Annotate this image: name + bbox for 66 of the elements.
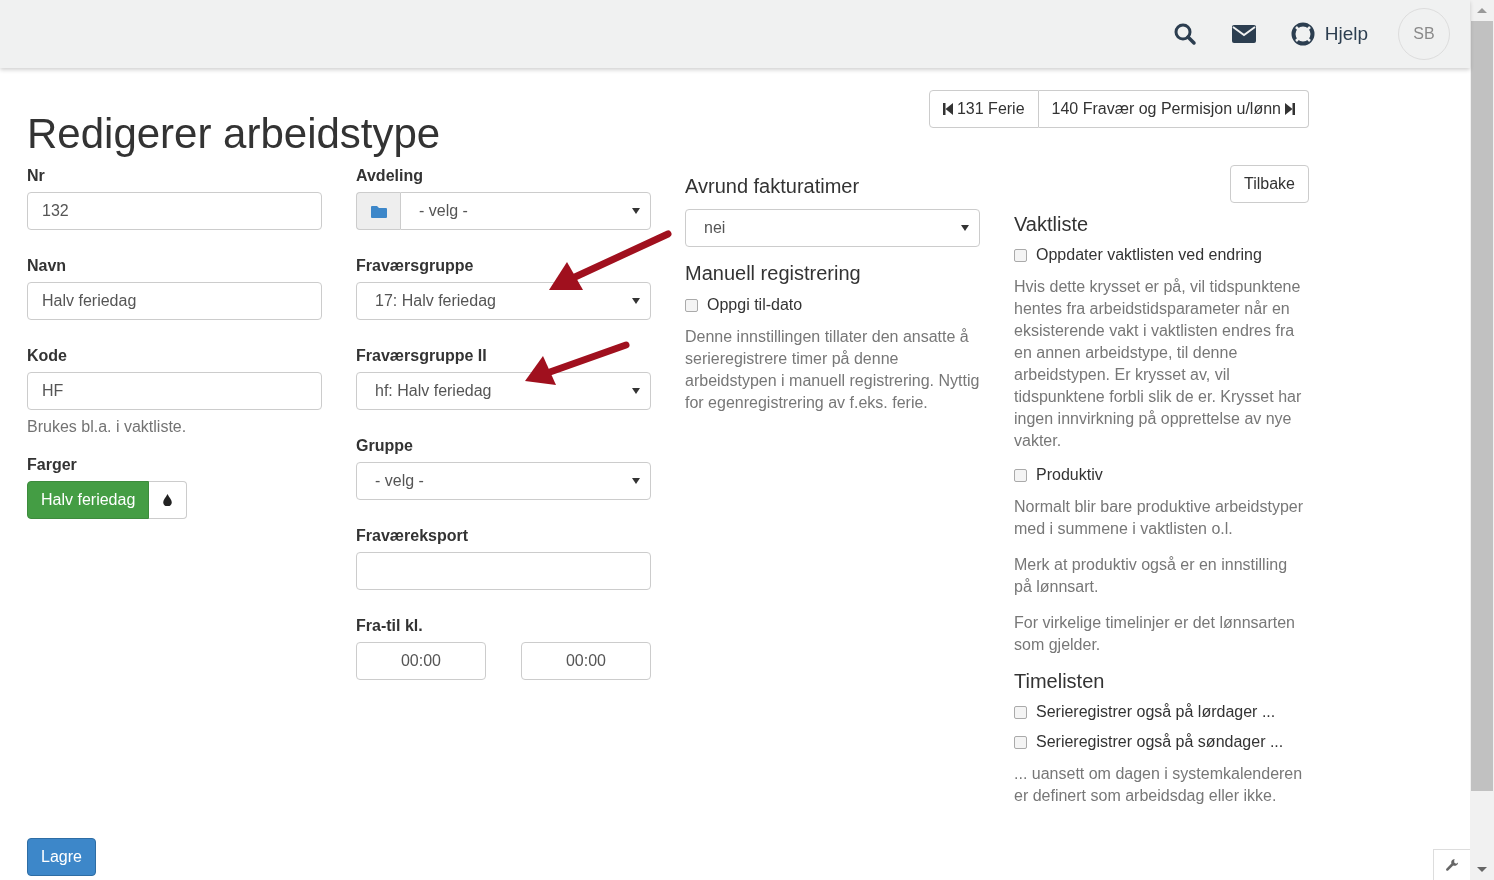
- checkbox-option[interactable]: Serieregistrer også på søndager ...: [1014, 733, 1284, 751]
- help-label: Hjelp: [1324, 23, 1368, 45]
- checkbox[interactable]: [1014, 248, 1027, 262]
- field-label: Fraværsgruppe II: [356, 347, 487, 365]
- description-text: Normalt blir bare produktive arbeidstyper med i summene i vaktlisten o.l.: [1014, 497, 1304, 539]
- caret-icon: [961, 225, 969, 231]
- skip-back-icon: [942, 103, 953, 115]
- checkbox-option[interactable]: Oppdater vaktlisten ved endring: [1014, 246, 1262, 264]
- field-label: Fraværeksport: [356, 527, 469, 545]
- description-text: Denne innstillingen tillater den ansatte å serieregistrere timer på denne arbeidstypen i manuell registrering. Nyttig for egenregistrering av f.eks. ferie.: [685, 327, 980, 413]
- search-icon[interactable]: [1172, 22, 1197, 46]
- field-label: Fra-til kl.: [356, 617, 423, 635]
- checkbox[interactable]: [1014, 735, 1027, 749]
- caret-icon: [632, 208, 640, 214]
- folder-icon: [370, 204, 387, 218]
- description-text: Merk at produktiv også er en innstilling på lønnsart.: [1014, 555, 1289, 597]
- text-field[interactable]: 132: [27, 192, 322, 230]
- folder-button[interactable]: [356, 192, 400, 230]
- lifebuoy-icon: [1290, 22, 1315, 46]
- description-text: Hvis dette krysset er på, vil tidspunktene hentes fra arbeidstidsparameter når en eksisterende vakt i vaktlisten endres fra en annen arbeidstype, til denne arbeidstypen. Er krysset av, vil tidspunktene forbli slik de er. Krysset har ingen innvirkning på opprettelse av nye vakter.: [1014, 277, 1303, 451]
- color-picker-button[interactable]: [149, 481, 188, 519]
- scrollbar[interactable]: [1470, 0, 1494, 880]
- back-button[interactable]: Tilbake: [1230, 165, 1309, 203]
- time-field[interactable]: 00:00: [356, 642, 486, 680]
- text-field[interactable]: [356, 552, 651, 590]
- text-field[interactable]: Halv feriedag: [27, 282, 322, 320]
- caret-icon: [632, 298, 640, 304]
- help-text: Brukes bl.a. i vaktliste.: [27, 418, 187, 436]
- description-text: For virkelige timelinjer er det lønnsarten som gjelder.: [1014, 613, 1296, 655]
- checkbox-option[interactable]: Produktiv: [1014, 466, 1103, 484]
- caret-icon: [632, 478, 640, 484]
- wrench-button[interactable]: [1433, 849, 1470, 880]
- skip-forward-icon: [1285, 103, 1295, 115]
- previous-button[interactable]: 131 Ferie: [928, 90, 1039, 128]
- dropdown[interactable]: - velg -: [356, 462, 651, 500]
- mail-icon[interactable]: [1231, 25, 1256, 43]
- dropdown[interactable]: - velg -: [400, 192, 651, 230]
- drop-icon: [163, 494, 173, 506]
- section-heading: Vaktliste: [1014, 213, 1089, 236]
- page-title: Redigerer arbeidstype: [27, 111, 441, 157]
- caret-icon: [632, 388, 640, 394]
- section-heading: Avrund fakturatimer: [685, 175, 860, 198]
- field-label: Navn: [27, 257, 67, 275]
- field-label: Gruppe: [356, 437, 413, 455]
- field-label: Fraværsgruppe: [356, 257, 474, 275]
- field-label: Kode: [27, 347, 67, 365]
- checkbox-option[interactable]: Oppgi til-dato: [685, 296, 803, 314]
- text-field[interactable]: HF: [27, 372, 322, 410]
- field-label: Farger: [27, 456, 77, 474]
- checkbox[interactable]: [1014, 705, 1027, 719]
- section-heading: Manuell registrering: [685, 262, 861, 285]
- dropdown[interactable]: nei: [685, 209, 980, 247]
- time-field[interactable]: 00:00: [521, 642, 651, 680]
- field-label: Avdeling: [356, 167, 423, 185]
- description-text: ... uansett om dagen i systemkalenderen er definert som arbeidsdag eller ikke.: [1014, 764, 1304, 806]
- checkbox[interactable]: [685, 298, 698, 312]
- field-label: Nr: [27, 167, 45, 185]
- wrench-icon: [1445, 858, 1459, 872]
- save-button[interactable]: Lagre: [27, 838, 96, 876]
- dropdown[interactable]: hf: Halv feriedag: [356, 372, 651, 410]
- dropdown[interactable]: 17: Halv feriedag: [356, 282, 651, 320]
- next-button[interactable]: 140 Fravær og Permisjon u/lønn: [1038, 90, 1309, 128]
- checkbox-option[interactable]: Serieregistrer også på lørdager ...: [1014, 703, 1276, 721]
- checkbox[interactable]: [1014, 468, 1027, 482]
- section-heading: Timelisten: [1014, 670, 1105, 693]
- help-link[interactable]: Hjelp: [1290, 22, 1368, 46]
